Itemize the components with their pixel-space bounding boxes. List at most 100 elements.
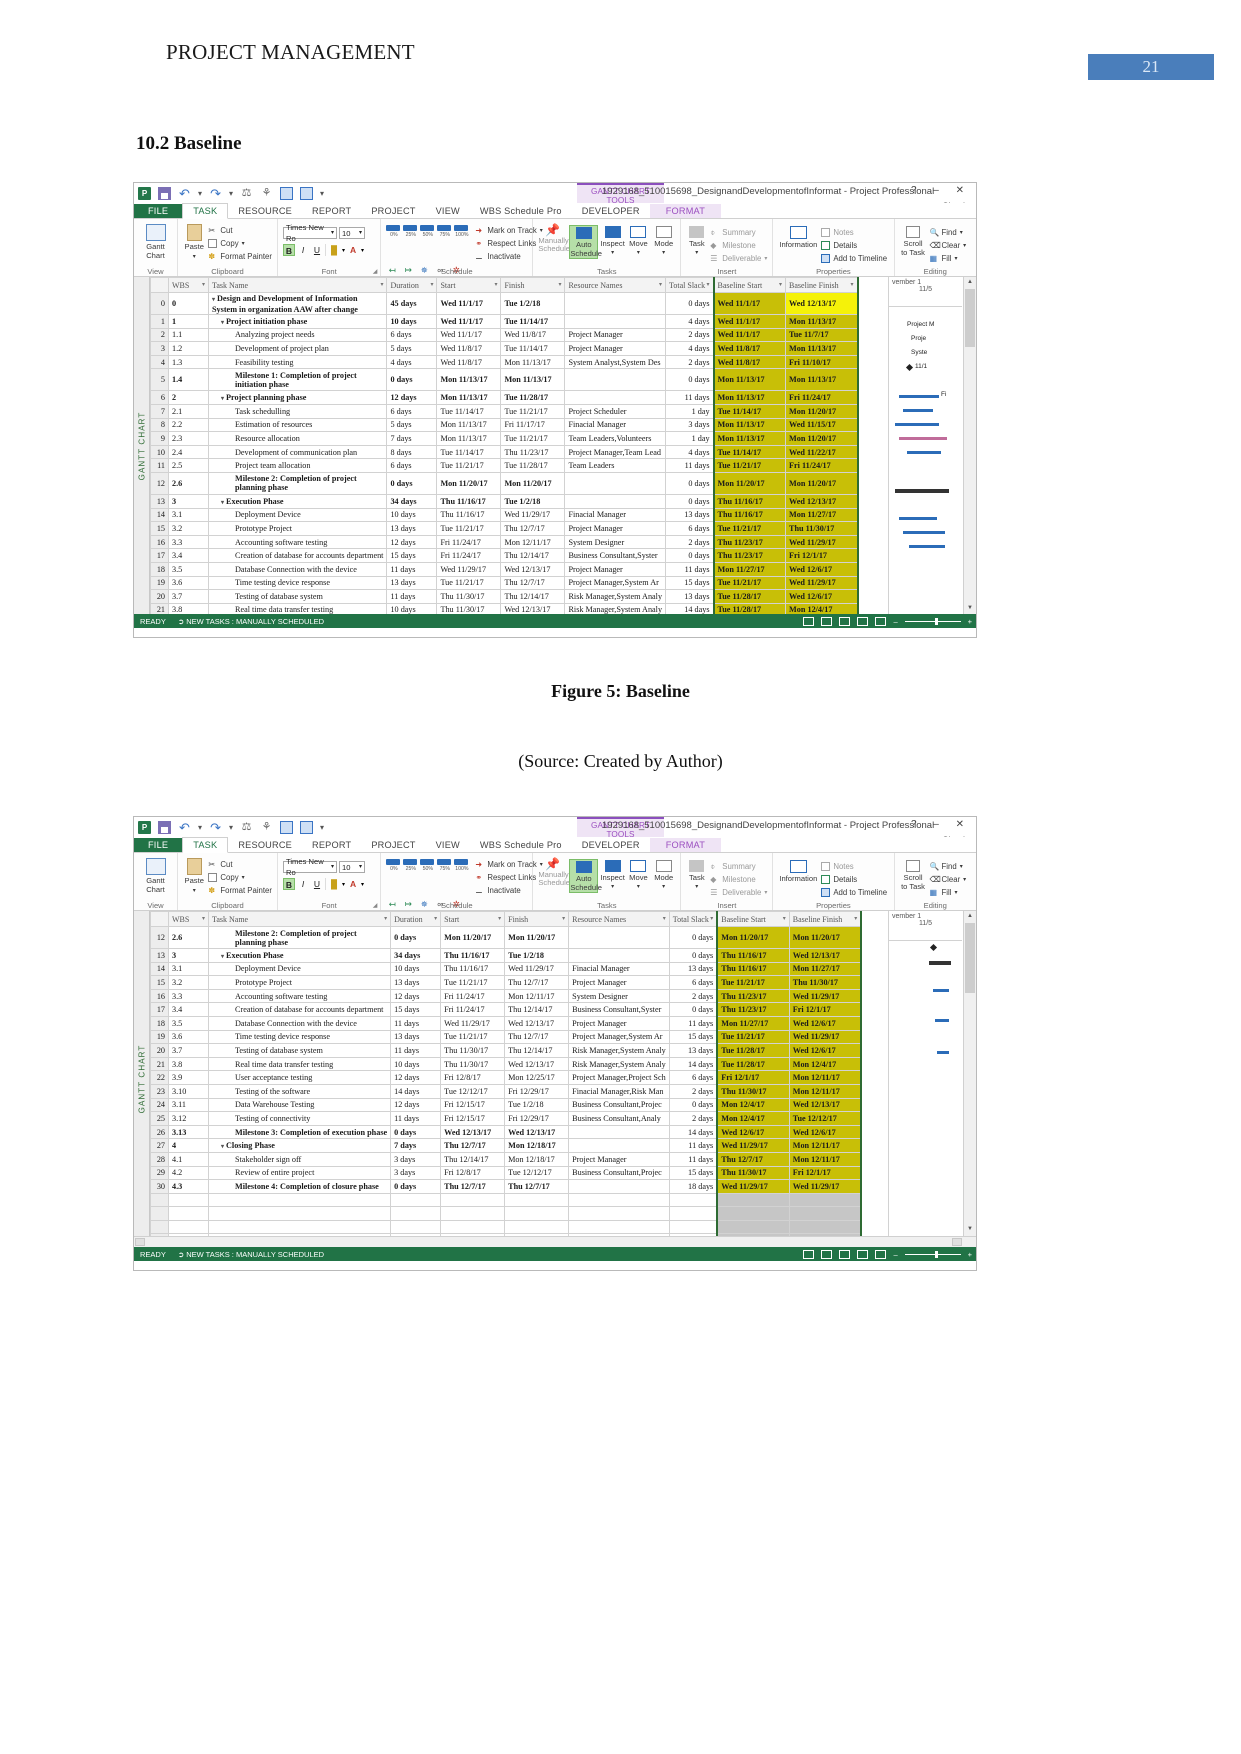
cell-baseline-finish[interactable]: Mon 11/20/17 — [785, 471, 859, 495]
cell-empty[interactable] — [207, 1192, 392, 1208]
zoom-out-button[interactable]: – — [893, 1250, 897, 1259]
cell-start[interactable]: Tue 11/21/17 — [440, 975, 506, 990]
cell-duration[interactable]: 14 days — [390, 1083, 442, 1099]
summary-button[interactable]: ⌽ Summary — [710, 861, 767, 872]
table-row[interactable]: 30 4.3 Milestone 4: Completion of closure … — [150, 1179, 863, 1194]
cell-start[interactable]: Thu 12/14/17 — [440, 1151, 506, 1167]
cell-baseline-finish[interactable]: Wed 11/29/17 — [785, 575, 859, 591]
cell-start[interactable]: Thu 12/7/17 — [440, 1138, 506, 1153]
cell-duration[interactable]: 34 days — [386, 493, 438, 509]
tab-report[interactable]: REPORT — [302, 838, 361, 852]
cell-wbs[interactable]: 3.6 — [168, 575, 209, 591]
cell-start[interactable]: Thu 11/30/17 — [436, 602, 502, 614]
cell-resources[interactable]: Risk Manager,System Analy — [564, 602, 667, 614]
pct-100-button[interactable]: 100% — [454, 859, 469, 872]
cell-total-slack[interactable]: 0 days — [668, 1002, 718, 1017]
cell-baseline-start[interactable]: Thu 11/30/17 — [716, 1165, 790, 1181]
cell-finish[interactable]: Fri 12/29/17 — [504, 1083, 570, 1099]
tab-view[interactable]: VIEW — [426, 838, 470, 852]
cell-baseline-finish[interactable]: Mon 11/13/17 — [785, 341, 859, 356]
cell-baseline-start[interactable]: Thu 11/23/17 — [712, 534, 787, 550]
column-filter-icon[interactable]: ▾ — [558, 281, 561, 288]
table-row[interactable]: 5 1.4 Milestone 1: Completion of project i… — [150, 368, 859, 392]
cell-baseline-finish[interactable]: Tue 12/12/17 — [788, 1111, 863, 1126]
cell-baseline-start[interactable]: Mon 11/27/17 — [712, 561, 787, 577]
cell-start[interactable]: Tue 12/12/17 — [440, 1083, 506, 1099]
cell-task-name[interactable]: Creation of database for accounts depart… — [207, 548, 388, 563]
font-dialog-launcher-icon[interactable]: ◢ — [373, 902, 378, 909]
table-view-icon[interactable] — [300, 186, 314, 200]
cell-finish[interactable]: Thu 12/14/17 — [504, 1002, 570, 1017]
task-button[interactable]: Task ▾ — [686, 225, 707, 257]
cell-task-name[interactable]: Milestone 2: Completion of project plann… — [207, 471, 388, 495]
pct-25-button[interactable]: 25% — [403, 859, 418, 872]
table-row-empty[interactable] — [150, 1192, 863, 1208]
cell-baseline-finish[interactable] — [788, 1192, 863, 1208]
cell-finish[interactable]: Mon 11/20/17 — [500, 471, 566, 495]
cell-baseline-finish[interactable]: Wed 11/29/17 — [788, 1179, 863, 1194]
cell-total-slack[interactable]: 11 days — [668, 1138, 718, 1153]
cell-start[interactable]: Mon 11/13/17 — [436, 390, 502, 405]
cell-resources[interactable]: Business Consultant,Projec — [568, 1165, 670, 1181]
cell-resources[interactable]: Project Manager,Project Sch — [568, 1070, 670, 1085]
pct-50-button[interactable]: 50% — [420, 859, 435, 872]
view-reports-icon[interactable] — [875, 1249, 887, 1259]
cell-baseline-start[interactable]: Tue 11/28/17 — [712, 602, 787, 614]
copy-button[interactable]: Copy ▾ — [208, 872, 272, 883]
unlink-tasks-icon[interactable]: ⚘ — [260, 187, 273, 200]
cell-baseline-start[interactable]: Tue 11/28/17 — [716, 1043, 790, 1058]
hscroll-left-arrow-icon[interactable] — [135, 1238, 145, 1246]
cell-finish[interactable]: Wed 12/13/17 — [504, 1056, 570, 1072]
cell-empty[interactable] — [207, 1219, 392, 1235]
cell-wbs[interactable]: 3.3 — [168, 988, 209, 1004]
cell-baseline-start[interactable]: Wed 12/6/17 — [716, 1124, 790, 1140]
cell-baseline-finish[interactable]: Wed 12/13/17 — [785, 292, 859, 315]
paste-button[interactable]: Paste ▾ — [183, 857, 205, 895]
cell-finish[interactable]: Wed 12/13/17 — [500, 561, 566, 577]
cell-resources[interactable]: Finacial Manager,Risk Man — [568, 1083, 670, 1099]
cell-resources[interactable]: Team Leaders — [564, 458, 667, 473]
cell-finish[interactable]: Wed 11/29/17 — [504, 961, 570, 977]
vertical-scrollbar-1[interactable]: ▲ ▼ — [963, 277, 976, 614]
cell-finish[interactable]: Tue 1/2/18 — [504, 948, 570, 963]
table-row[interactable]: 20 3.7 Testing of database system 11 days Th… — [150, 1043, 863, 1058]
table-row[interactable]: 16 3.3 Accounting software testing 12 days F… — [150, 534, 859, 550]
cell-baseline-finish[interactable]: Fri 11/24/17 — [785, 458, 859, 473]
zoom-in-button[interactable]: + — [968, 1250, 972, 1259]
cell-task-name[interactable]: Prototype Project — [207, 521, 388, 536]
cell-empty[interactable] — [504, 1206, 570, 1221]
column-header-start[interactable]: Start ▾ — [440, 911, 506, 927]
tab-wbs-schedule-pro[interactable]: WBS Schedule Pro — [470, 204, 572, 218]
table-row[interactable]: 18 3.5 Database Connection with the device… — [150, 561, 859, 577]
cell-resources[interactable] — [564, 368, 667, 392]
cell-baseline-start[interactable]: Mon 11/20/17 — [712, 471, 787, 495]
cell-finish[interactable]: Mon 11/20/17 — [504, 926, 570, 949]
cell-wbs[interactable]: 3.5 — [168, 1015, 209, 1031]
information-button[interactable]: Information — [778, 859, 818, 884]
collapse-triangle-icon[interactable]: ▾ — [221, 1144, 224, 1150]
cell-finish[interactable]: Thu 12/7/17 — [504, 1179, 570, 1194]
table-row[interactable]: 25 3.12 Testing of connectivity 11 days Fri … — [150, 1111, 863, 1126]
cell-finish[interactable]: Tue 11/21/17 — [500, 431, 566, 446]
cell-duration[interactable]: 0 days — [386, 368, 438, 392]
status-right-controls[interactable]: – + — [803, 1249, 972, 1259]
cell-wbs[interactable]: 3.10 — [168, 1083, 209, 1099]
font-size-select[interactable]: 10 ▾ — [339, 227, 365, 239]
zoom-out-button[interactable]: – — [893, 617, 897, 626]
view-resource-sheet-icon[interactable] — [857, 1249, 869, 1259]
cell-resources[interactable] — [568, 926, 670, 949]
cell-baseline-finish[interactable]: Wed 11/29/17 — [785, 534, 859, 550]
table-view-icon[interactable] — [300, 820, 314, 834]
pct-0-button[interactable]: 0% — [386, 859, 401, 872]
cell-empty[interactable] — [390, 1219, 442, 1235]
cell-task-name[interactable]: ▾ Design and Development of Information S… — [207, 292, 388, 315]
cell-finish[interactable]: Fri 12/29/17 — [504, 1111, 570, 1126]
cell-baseline-start[interactable]: Wed 11/1/17 — [712, 327, 787, 343]
cell-duration[interactable]: 0 days — [390, 1124, 442, 1140]
cell-task-name[interactable]: Real time data transfer testing — [207, 602, 388, 614]
cell-baseline-start[interactable]: Tue 11/14/17 — [712, 444, 787, 460]
cell-baseline-start[interactable]: Tue 11/21/17 — [712, 521, 787, 536]
cell-finish[interactable]: Tue 12/12/17 — [504, 1165, 570, 1181]
column-filter-icon[interactable]: ▾ — [710, 915, 713, 922]
add-to-timeline-button[interactable]: Add to Timeline — [821, 887, 887, 898]
